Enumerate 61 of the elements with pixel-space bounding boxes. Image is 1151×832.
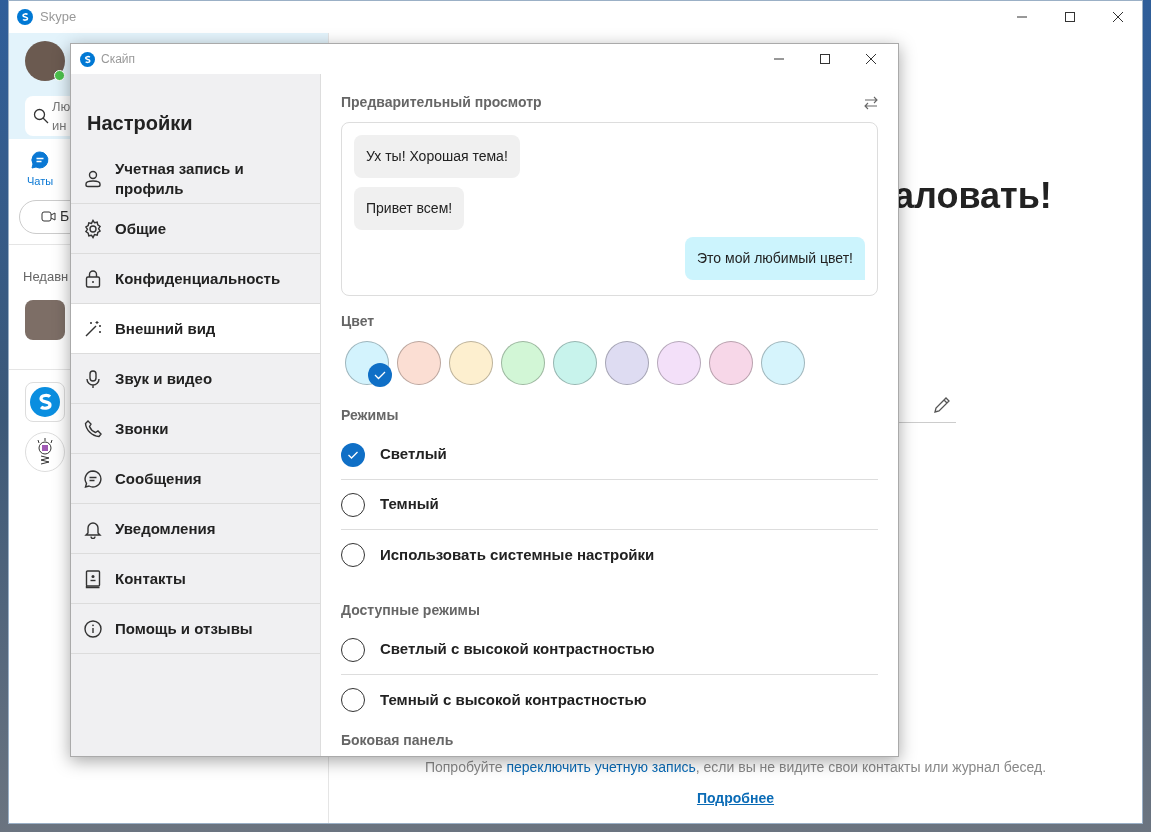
maximize-icon <box>1065 12 1075 22</box>
skype-logo-avatar[interactable] <box>25 382 65 422</box>
padlock-icon <box>83 268 103 289</box>
person-icon <box>83 168 103 189</box>
settings-icon <box>83 218 103 239</box>
checkmark-icon <box>368 363 392 387</box>
settings-nav-item[interactable]: Внешний вид <box>71 304 320 354</box>
color-swatch[interactable] <box>449 341 493 385</box>
section-heading: Режимы <box>341 406 400 425</box>
color-swatch[interactable] <box>501 341 545 385</box>
switch-account-link[interactable]: переключить учетную запись <box>506 759 696 775</box>
incoming-message-bubble: Ух ты! Хорошая тема! <box>354 135 520 178</box>
swap-icon[interactable] <box>864 95 878 110</box>
close-icon <box>866 54 876 64</box>
color-swatch[interactable] <box>553 341 597 385</box>
section-heading: Цвет <box>341 312 376 331</box>
learn-more-link[interactable]: Подробнее <box>696 788 775 809</box>
pencil-icon[interactable] <box>932 395 952 415</box>
close-icon <box>1113 12 1123 22</box>
microphone-icon <box>83 368 103 389</box>
video-camera-icon <box>41 210 56 223</box>
search-placeholder: Лю <box>52 98 71 116</box>
bot-avatar-icon[interactable] <box>25 432 65 472</box>
contact-avatar[interactable] <box>25 300 65 340</box>
incoming-message-bubble: Привет всем! <box>354 187 465 230</box>
radio-label: Темный <box>380 494 439 515</box>
search-placeholder: ин <box>52 117 67 135</box>
radio-label: Темный с высокой контрастностью <box>380 689 647 710</box>
recent-heading: Недавн <box>23 267 69 286</box>
settings-heading: Настройки <box>86 111 194 136</box>
profile-avatar[interactable] <box>25 41 65 81</box>
outgoing-message-bubble: Это мой любимый цвет! <box>685 237 865 280</box>
color-swatch[interactable] <box>761 341 805 385</box>
section-heading: Предварительный просмотр <box>341 93 542 112</box>
logo-icon <box>17 9 33 25</box>
color-swatch[interactable] <box>345 341 389 385</box>
search-icon <box>33 108 49 124</box>
online-status-icon <box>54 70 65 81</box>
address-book-icon <box>83 568 103 589</box>
maximize-icon <box>820 54 830 64</box>
radio-label: Использовать системные настройки <box>380 544 655 565</box>
color-swatch[interactable] <box>709 341 753 385</box>
magic-wand-icon <box>83 318 103 339</box>
phone-icon <box>83 418 103 439</box>
section-heading: Боковая панель <box>341 731 455 749</box>
color-swatch[interactable] <box>605 341 649 385</box>
radio-button[interactable] <box>341 442 365 467</box>
section-heading: Доступные режимы <box>341 601 481 620</box>
chat-bubble-icon <box>83 468 103 489</box>
color-swatch[interactable] <box>657 341 701 385</box>
logo-icon <box>80 51 95 67</box>
chats-tab[interactable]: Чаты <box>9 151 71 190</box>
chat-icon <box>31 151 49 169</box>
window-title: Скайп <box>101 51 136 68</box>
window-title: Skype <box>40 8 77 27</box>
welcome-heading: аловать! <box>894 174 1052 218</box>
color-swatch[interactable] <box>397 341 441 385</box>
hint-text: Попробуйте переключить учетную запись, если вы не видите свои контакты или журнал бесед. <box>424 758 1047 777</box>
radio-label: Светлый с высокой контрастностью <box>380 639 655 660</box>
radio-label: Светлый <box>380 444 447 465</box>
info-icon <box>83 618 103 639</box>
